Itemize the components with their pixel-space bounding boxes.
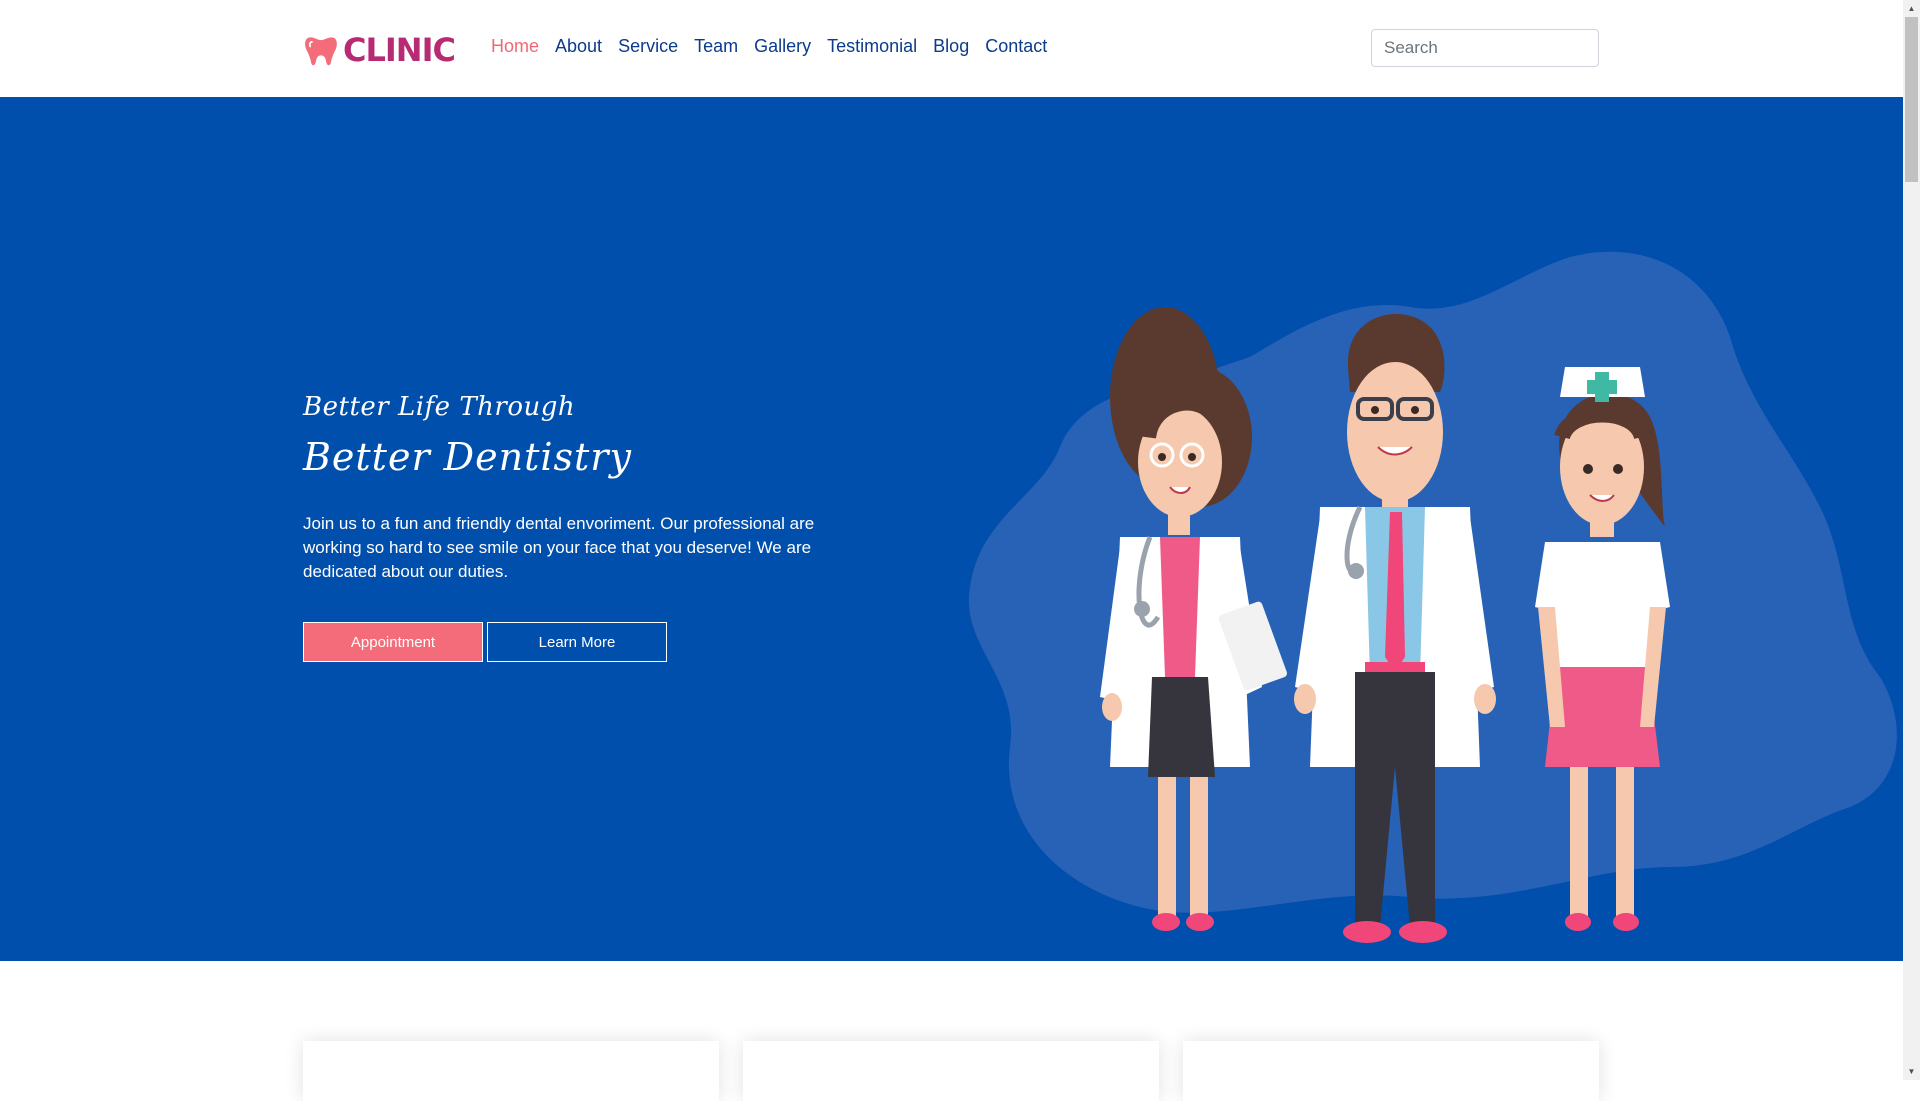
scrollbar-thumb[interactable]	[1905, 17, 1918, 182]
brand-logo[interactable]: CLINIC	[303, 30, 456, 70]
nav-blog[interactable]: Blog	[933, 36, 969, 57]
hero-section: Better Life Through Better Dentistry Joi…	[0, 97, 1903, 961]
nav-home[interactable]: Home	[491, 36, 539, 57]
nav-gallery[interactable]: Gallery	[754, 36, 811, 57]
nav-contact[interactable]: Contact	[985, 36, 1047, 57]
nav-team[interactable]: Team	[694, 36, 738, 57]
appointment-button[interactable]: Appointment	[303, 622, 483, 662]
learn-more-button[interactable]: Learn More	[487, 622, 667, 662]
nav-about[interactable]: About	[555, 36, 602, 57]
scroll-down-arrow-icon[interactable]: ▼	[1903, 1063, 1920, 1080]
search-input[interactable]	[1371, 29, 1599, 67]
medical-staff-illustration	[968, 251, 1897, 943]
tooth-icon	[305, 37, 337, 66]
scroll-up-arrow-icon[interactable]: ▲	[1903, 0, 1920, 17]
feature-card	[303, 1041, 719, 1101]
hero-subtitle: Better Life Through	[303, 392, 576, 422]
brand-name: CLINIC	[343, 31, 456, 69]
feature-card	[743, 1041, 1159, 1101]
hero-title: Better Dentistry	[303, 435, 632, 479]
feature-card	[1183, 1041, 1599, 1101]
hero-description: Join us to a fun and friendly dental env…	[303, 514, 815, 581]
navbar: CLINIC Home About Service Team Gallery T…	[0, 0, 1903, 98]
nav-testimonial[interactable]: Testimonial	[827, 36, 917, 57]
main-nav: Home About Service Team Gallery Testimon…	[491, 36, 1047, 57]
nav-service[interactable]: Service	[618, 36, 678, 57]
page-scrollbar[interactable]: ▲ ▼	[1903, 0, 1920, 1080]
